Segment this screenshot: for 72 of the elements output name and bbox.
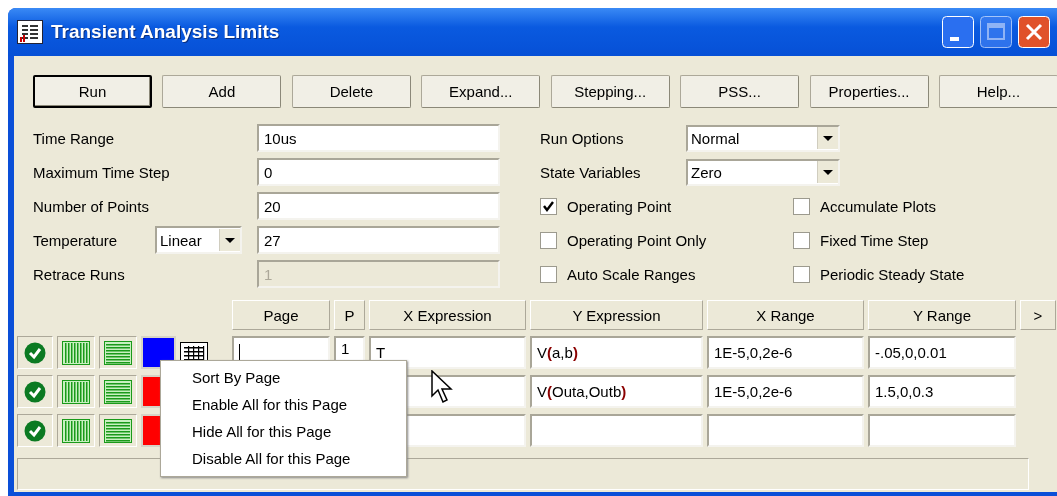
- input-field[interactable]: 27: [257, 226, 500, 254]
- horizontal-grid-icon[interactable]: [104, 379, 132, 404]
- enabled-check-icon[interactable]: [24, 419, 46, 442]
- window-app-icon: [17, 20, 43, 44]
- more-columns-button[interactable]: >: [1020, 300, 1056, 330]
- field-label: Temperature: [33, 231, 118, 249]
- checkbox-label: Operating Point: [567, 197, 672, 215]
- field-label: Maximum Time Step: [33, 163, 170, 181]
- checkbox[interactable]: [793, 231, 810, 249]
- checkbox[interactable]: [793, 265, 810, 283]
- toolbar-button[interactable]: Properties...: [809, 75, 929, 108]
- column-header[interactable]: Y Range: [868, 300, 1016, 330]
- menu-item[interactable]: Hide All for this Page: [161, 418, 406, 445]
- vertical-grid-icon[interactable]: [62, 418, 90, 443]
- checkbox[interactable]: [540, 197, 557, 215]
- checkbox-label: Fixed Time Step: [820, 231, 929, 249]
- input-field[interactable]: 1E-5,0,2e-6: [707, 336, 864, 369]
- menu-item[interactable]: Disable All for this Page: [161, 445, 406, 472]
- input-field[interactable]: 10us: [257, 124, 500, 152]
- input-field[interactable]: [868, 414, 1016, 447]
- input-field[interactable]: 0: [257, 158, 500, 186]
- window-title: Transient Analysis Limits: [51, 21, 281, 43]
- option-dropdown[interactable]: Zero: [686, 158, 840, 186]
- checkbox-label: Auto Scale Ranges: [567, 265, 696, 283]
- toolbar-button[interactable]: Expand...: [421, 75, 541, 108]
- checkbox[interactable]: [540, 265, 557, 283]
- toolbar-button[interactable]: Help...: [938, 75, 1057, 108]
- column-header[interactable]: P: [334, 300, 365, 330]
- dropdown-arrow-icon: [817, 127, 838, 149]
- vertical-grid-icon[interactable]: [62, 340, 90, 365]
- enabled-check-icon[interactable]: [24, 341, 46, 364]
- field-label: Retrace Runs: [33, 265, 125, 283]
- horizontal-grid-icon[interactable]: [104, 418, 132, 443]
- input-field[interactable]: 1E-5,0,2e-6: [707, 375, 864, 408]
- field-label: Time Range: [33, 129, 115, 147]
- input-field[interactable]: -.05,0,0.01: [868, 336, 1016, 369]
- checkbox-label: Periodic Steady State: [820, 265, 965, 283]
- close-button[interactable]: [1018, 16, 1050, 48]
- vertical-grid-icon[interactable]: [62, 379, 90, 404]
- toolbar-button[interactable]: PSS...: [680, 75, 800, 108]
- input-field[interactable]: 20: [257, 192, 500, 220]
- toolbar-button[interactable]: Run: [33, 75, 152, 108]
- column-header[interactable]: Y Expression: [530, 300, 703, 330]
- input-field[interactable]: 1.5,0,0.3: [868, 375, 1016, 408]
- input-field[interactable]: V(a,b): [530, 336, 703, 369]
- input-field[interactable]: V(Outa,Outb): [530, 375, 703, 408]
- toolbar-button[interactable]: Add: [162, 75, 282, 108]
- input-field[interactable]: T: [369, 336, 526, 369]
- input-field[interactable]: [530, 414, 703, 447]
- minimize-button[interactable]: [942, 16, 974, 48]
- column-header[interactable]: X Range: [707, 300, 864, 330]
- input-field[interactable]: [707, 414, 864, 447]
- column-header[interactable]: X Expression: [369, 300, 526, 330]
- dropdown-arrow-icon: [817, 161, 838, 183]
- mode-dropdown[interactable]: Linear: [155, 226, 242, 254]
- toolbar-button[interactable]: Delete: [291, 75, 411, 108]
- dropdown-arrow-icon: [219, 229, 240, 251]
- option-dropdown[interactable]: Normal: [686, 124, 840, 152]
- option-label: State Variables: [540, 163, 642, 181]
- horizontal-grid-icon[interactable]: [104, 340, 132, 365]
- checkbox[interactable]: [540, 231, 557, 249]
- enabled-check-icon[interactable]: [24, 380, 46, 403]
- mouse-pointer-icon: [431, 370, 453, 404]
- option-label: Run Options: [540, 129, 625, 147]
- checkbox-label: Accumulate Plots: [820, 197, 936, 215]
- maximize-button[interactable]: [980, 16, 1012, 48]
- toolbar-button[interactable]: Stepping...: [550, 75, 670, 108]
- field-label: Number of Points: [33, 197, 149, 215]
- column-header[interactable]: Page: [232, 300, 330, 330]
- menu-item[interactable]: Enable All for this Page: [161, 391, 406, 418]
- checkbox[interactable]: [793, 197, 810, 215]
- checkbox-label: Operating Point Only: [567, 231, 707, 249]
